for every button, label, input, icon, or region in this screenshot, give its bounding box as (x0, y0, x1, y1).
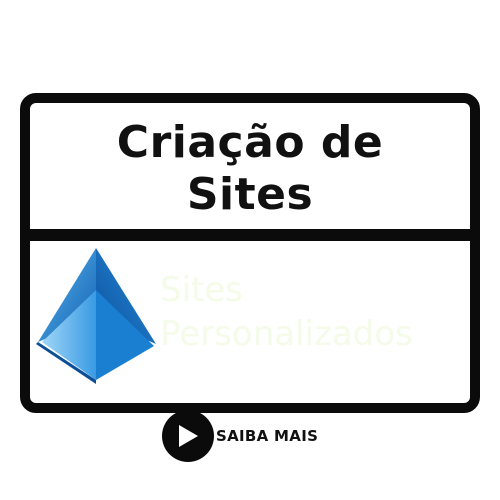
subtitle-line-1: Sites (160, 270, 243, 310)
saiba-mais-label: SAIBA MAIS (216, 427, 319, 445)
title-line-1: Criação de (116, 117, 384, 168)
blue-pyramid-logo-icon (36, 248, 156, 384)
subtitle: Sites Personalizados (160, 268, 470, 356)
saiba-mais-button[interactable]: SAIBA MAIS (162, 410, 340, 462)
card-divider (30, 229, 470, 241)
play-arrow-icon (162, 410, 214, 462)
card-title: Criação de Sites (30, 117, 470, 221)
title-line-2: Sites (186, 169, 314, 220)
subtitle-line-2: Personalizados (160, 314, 413, 354)
